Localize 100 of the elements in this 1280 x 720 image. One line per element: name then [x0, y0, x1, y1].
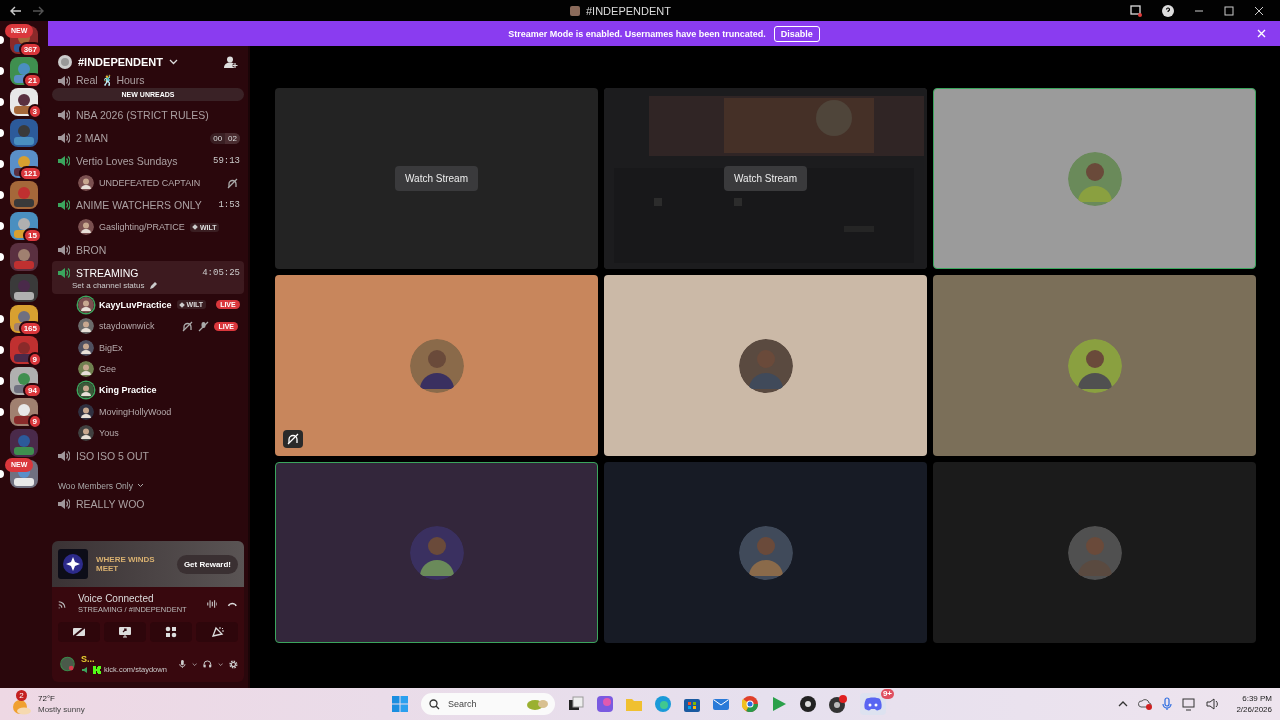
get-reward-button[interactable]: Get Reward! — [176, 554, 238, 574]
notification-badge: 2 — [16, 690, 27, 701]
server-icon — [570, 5, 580, 16]
voice-member[interactable]: Yous — [52, 422, 244, 444]
chevron-down-icon[interactable] — [136, 483, 144, 489]
headphones-icon[interactable] — [203, 658, 212, 670]
server-icon[interactable] — [10, 274, 38, 302]
microphone-icon[interactable] — [178, 657, 186, 671]
disable-button[interactable]: Disable — [773, 25, 820, 42]
voice-channel[interactable]: BRON — [52, 238, 244, 262]
user-avatar — [78, 219, 94, 236]
server-icon[interactable] — [10, 367, 38, 395]
camera-off-button[interactable] — [58, 622, 100, 642]
temperature: 72°F — [38, 693, 56, 704]
unread-count-badge: 15 — [23, 228, 42, 243]
video-tile[interactable] — [933, 275, 1256, 456]
video-tile[interactable] — [933, 462, 1256, 643]
cloud-icon[interactable] — [1138, 698, 1153, 710]
noise-suppression-icon[interactable] — [206, 597, 218, 610]
speaker-icon — [80, 665, 90, 674]
unread-count-badge: 121 — [18, 166, 42, 181]
user-avatar — [409, 338, 464, 393]
video-tile[interactable] — [933, 88, 1256, 269]
user-avatar — [78, 339, 94, 356]
server-icon — [58, 55, 72, 69]
server-icon[interactable] — [10, 88, 38, 116]
video-tile[interactable] — [275, 462, 598, 643]
game-logo-icon — [58, 549, 88, 579]
weather-condition: Mostly sunny — [38, 704, 85, 715]
promo-banner[interactable]: WHERE WINDS MEET Get Reward! — [52, 541, 244, 587]
browser-icon[interactable] — [742, 696, 758, 712]
voice-channel[interactable]: Real 🕺 Hours — [52, 73, 244, 89]
watch-stream-button[interactable]: Watch Stream — [724, 166, 807, 191]
maximize-icon[interactable] — [1224, 5, 1234, 16]
weather-icon[interactable] — [12, 697, 32, 715]
inbox-icon[interactable] — [1130, 4, 1142, 17]
video-tile[interactable]: Watch Stream — [604, 88, 927, 269]
close-icon[interactable] — [1254, 5, 1264, 16]
voice-member[interactable]: Gee — [52, 358, 244, 380]
voice-member[interactable]: UNDEFEATED CAPTAIN — [52, 172, 244, 194]
volume-icon[interactable] — [1206, 698, 1221, 710]
user-avatar — [78, 360, 94, 377]
pencil-icon[interactable] — [148, 281, 157, 290]
voice-member[interactable]: King Practice — [52, 379, 244, 402]
user-avatar — [78, 318, 94, 335]
voice-channel[interactable]: REALLY WOO — [52, 493, 244, 516]
network-icon[interactable] — [1182, 697, 1197, 711]
watch-stream-button[interactable]: Watch Stream — [395, 166, 478, 191]
activities-button[interactable] — [150, 622, 192, 642]
help-icon[interactable] — [1162, 4, 1174, 17]
clock-date[interactable]: 2/26/2026 — [1236, 704, 1272, 715]
screen-share-icon — [118, 626, 132, 638]
windows-start-icon[interactable] — [392, 696, 408, 712]
game-app-icon[interactable] — [771, 696, 787, 712]
user-avatar — [78, 296, 94, 313]
window-title: #INDEPENDENT — [586, 4, 671, 17]
recorder-icon[interactable] — [829, 695, 847, 713]
recorder-icon[interactable] — [800, 696, 816, 712]
voice-channel[interactable]: NBA 2026 (STRICT RULES) — [52, 103, 244, 127]
voice-channel[interactable]: 2 MAN 00 02 — [52, 126, 244, 150]
app-icon[interactable] — [597, 696, 613, 712]
game-logo: WHERE WINDS MEET — [96, 555, 156, 573]
notification-badge: 9+ — [880, 689, 894, 699]
user-avatar — [78, 403, 94, 420]
user-avatar — [409, 525, 464, 580]
unread-count-badge: 165 — [18, 321, 42, 336]
user-avatar — [1067, 525, 1122, 580]
video-tile[interactable] — [604, 275, 927, 456]
category-name[interactable]: Woo Members Only — [58, 480, 133, 491]
chevron-up-icon[interactable] — [1118, 701, 1129, 707]
user-avatar — [78, 382, 94, 399]
voice-member[interactable]: MovingHollyWood — [52, 401, 244, 423]
voice-member[interactable]: BigEx — [52, 336, 244, 359]
voice-channel[interactable]: ISO ISO 5 OUT — [52, 444, 244, 467]
search-highlight-icon — [525, 697, 549, 711]
voice-channel[interactable]: ANIME WATCHERS ONLY 1:53 — [52, 194, 244, 217]
server-name[interactable]: #INDEPENDENT — [78, 56, 163, 68]
video-tile[interactable]: Watch Stream — [275, 88, 598, 269]
voice-channel[interactable]: Vertio Loves Sundays 59:13 — [52, 149, 244, 173]
soundboard-button[interactable] — [196, 622, 238, 642]
mail-icon[interactable] — [713, 696, 729, 712]
invite-people-icon[interactable] — [224, 55, 238, 69]
back-arrow-icon[interactable] — [10, 5, 22, 16]
user-avatar — [78, 175, 94, 192]
server-icon[interactable] — [10, 212, 38, 240]
forward-arrow-icon[interactable] — [32, 5, 44, 16]
task-view-icon[interactable] — [568, 696, 584, 712]
user-avatar — [1067, 151, 1122, 206]
search-field[interactable]: Search — [421, 693, 555, 715]
screen-share-button[interactable] — [104, 622, 146, 642]
video-tile[interactable] — [275, 275, 598, 456]
banner-text: Streamer Mode is enabled. Usernames have been truncated. — [508, 28, 766, 39]
clock-time[interactable]: 6:39 PM — [1242, 693, 1272, 704]
server-icon[interactable] — [10, 336, 38, 364]
user-avatar — [78, 425, 94, 442]
store-icon[interactable] — [684, 696, 700, 712]
server-icon[interactable] — [10, 398, 38, 426]
video-tile[interactable] — [604, 462, 927, 643]
voice-status: Voice Connected — [77, 593, 155, 604]
user-avatar — [738, 338, 793, 393]
